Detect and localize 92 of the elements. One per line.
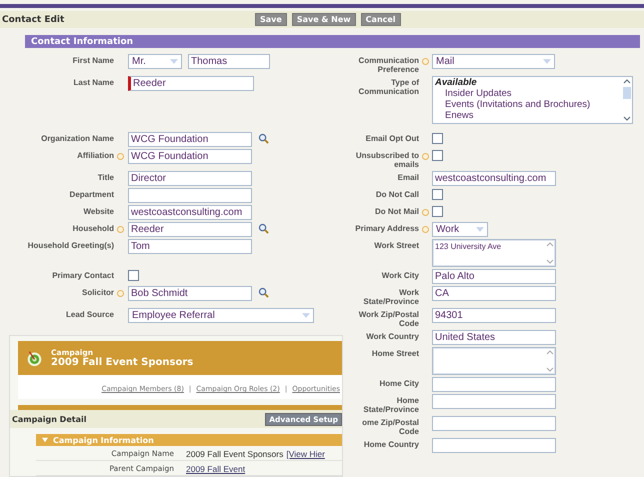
section-title: Contact Information — [31, 36, 134, 46]
view-hierarchy-link[interactable]: [View Hier — [286, 449, 325, 459]
caret-icon — [476, 226, 484, 234]
field-label: ome Zip/Postal Code — [361, 418, 419, 436]
field-label: Home Country — [364, 440, 419, 449]
input-field[interactable]: Reeder — [128, 222, 252, 237]
checkbox[interactable] — [432, 206, 443, 217]
help-icon[interactable] — [117, 226, 124, 233]
caret-icon — [170, 58, 178, 66]
field-label: Home Street — [372, 349, 419, 358]
field-label: Organization Name — [41, 134, 114, 143]
field-label: First Name — [72, 56, 114, 65]
help-icon[interactable] — [422, 226, 429, 233]
caret-icon — [302, 312, 310, 320]
list-option[interactable]: Events (Invitations and Brochures) — [435, 99, 622, 110]
input-field[interactable]: Director — [128, 171, 252, 186]
checkbox[interactable] — [128, 270, 139, 281]
input-field[interactable]: Tom — [128, 239, 252, 254]
checkbox[interactable] — [432, 189, 443, 200]
input-field[interactable]: westcoastconsulting.com — [432, 171, 556, 186]
list-option[interactable]: Enews — [435, 110, 622, 121]
field-label: Work Street — [374, 241, 419, 250]
field-label: Home State/Province — [362, 396, 419, 414]
subsection-title: Campaign Information — [53, 436, 154, 444]
input-field[interactable] — [432, 377, 556, 392]
campaign-title: 2009 Fall Event Sponsors — [51, 357, 194, 368]
field-label: Household Greeting(s) — [28, 241, 114, 250]
field-label: Work Zip/Postal Code — [358, 310, 419, 328]
detail-title: Campaign Detail — [12, 414, 86, 424]
field-label: Home City — [379, 379, 419, 388]
dropdown[interactable]: Work — [432, 222, 488, 237]
parent-campaign-link[interactable]: 2009 Fall Event — [186, 464, 246, 474]
field-label: Do Not Call — [376, 190, 419, 199]
input-field[interactable]: 94301 — [432, 308, 556, 323]
input-field[interactable] — [432, 416, 556, 431]
help-icon[interactable] — [117, 153, 124, 160]
field-label: Department — [70, 190, 114, 199]
target-icon — [26, 350, 43, 366]
input-field[interactable] — [432, 438, 556, 453]
scrollbar — [622, 77, 632, 123]
field-label: Email Opt Out — [366, 134, 419, 143]
field-label: Household — [72, 224, 114, 233]
help-icon[interactable] — [422, 209, 429, 216]
field-label: Email — [398, 173, 419, 182]
field-label: Lead Source — [66, 310, 114, 319]
dropdown[interactable]: Mail — [432, 54, 555, 69]
input-field[interactable] — [128, 188, 252, 203]
help-icon[interactable] — [422, 58, 429, 65]
collapse-icon[interactable] — [42, 437, 48, 443]
dropdown[interactable]: Employee Referral — [128, 308, 314, 323]
list-box[interactable]: Available Insider Updates Events (Invitations and Brochures) Enews — [432, 76, 633, 124]
field-label: Primary Address — [355, 224, 419, 233]
field-label: Solicitor — [82, 288, 114, 297]
detail-value: 2009 Fall Event Sponsors — [186, 449, 284, 459]
list-option[interactable]: Insider Updates — [435, 88, 622, 99]
field-label: Work State/Province — [362, 288, 419, 306]
field-label: Primary Contact — [52, 271, 114, 280]
input-field[interactable]: Palo Alto — [432, 269, 556, 284]
input-field[interactable]: CA — [432, 286, 556, 301]
list-header: Available — [435, 77, 478, 88]
field-label: Affiliation — [77, 151, 114, 160]
input-field[interactable]: Thomas — [188, 54, 270, 69]
input-field[interactable]: WCG Foundation — [128, 149, 252, 164]
salutation-select[interactable]: Mr. — [128, 54, 182, 69]
field-label: Website — [83, 207, 114, 216]
lookup-icon[interactable] — [258, 223, 269, 234]
input-field[interactable]: westcoastconsulting.com — [128, 205, 252, 220]
scrollbar — [545, 240, 555, 266]
checkbox[interactable] — [432, 150, 443, 161]
field-label: Title — [98, 173, 114, 182]
checkbox[interactable] — [432, 133, 443, 144]
field-label: Unsubscribed to emails — [354, 151, 419, 169]
help-icon[interactable] — [117, 290, 124, 297]
text-area[interactable] — [432, 347, 556, 375]
input-field[interactable] — [432, 394, 556, 409]
lookup-icon[interactable] — [258, 133, 269, 144]
page-title: Contact Edit — [2, 14, 66, 24]
input-field[interactable]: United States — [432, 330, 556, 345]
scrollbar — [545, 348, 555, 374]
text-area[interactable]: 123 University Ave — [432, 239, 556, 267]
field-label: Work Country — [366, 332, 419, 341]
input-field[interactable]: WCG Foundation — [128, 132, 252, 147]
field-label: Communication Preference — [358, 56, 419, 74]
lookup-icon[interactable] — [258, 287, 269, 298]
input-field[interactable]: Bob Schmidt — [128, 286, 252, 301]
field-label: Type of Communication — [358, 78, 419, 96]
caret-icon — [543, 58, 551, 66]
input-field[interactable]: Reeder — [128, 76, 254, 91]
field-label: Do Not Mail — [375, 207, 419, 216]
field-label: Last Name — [74, 78, 114, 87]
help-icon[interactable] — [422, 153, 429, 160]
field-label: Work City — [382, 271, 419, 280]
